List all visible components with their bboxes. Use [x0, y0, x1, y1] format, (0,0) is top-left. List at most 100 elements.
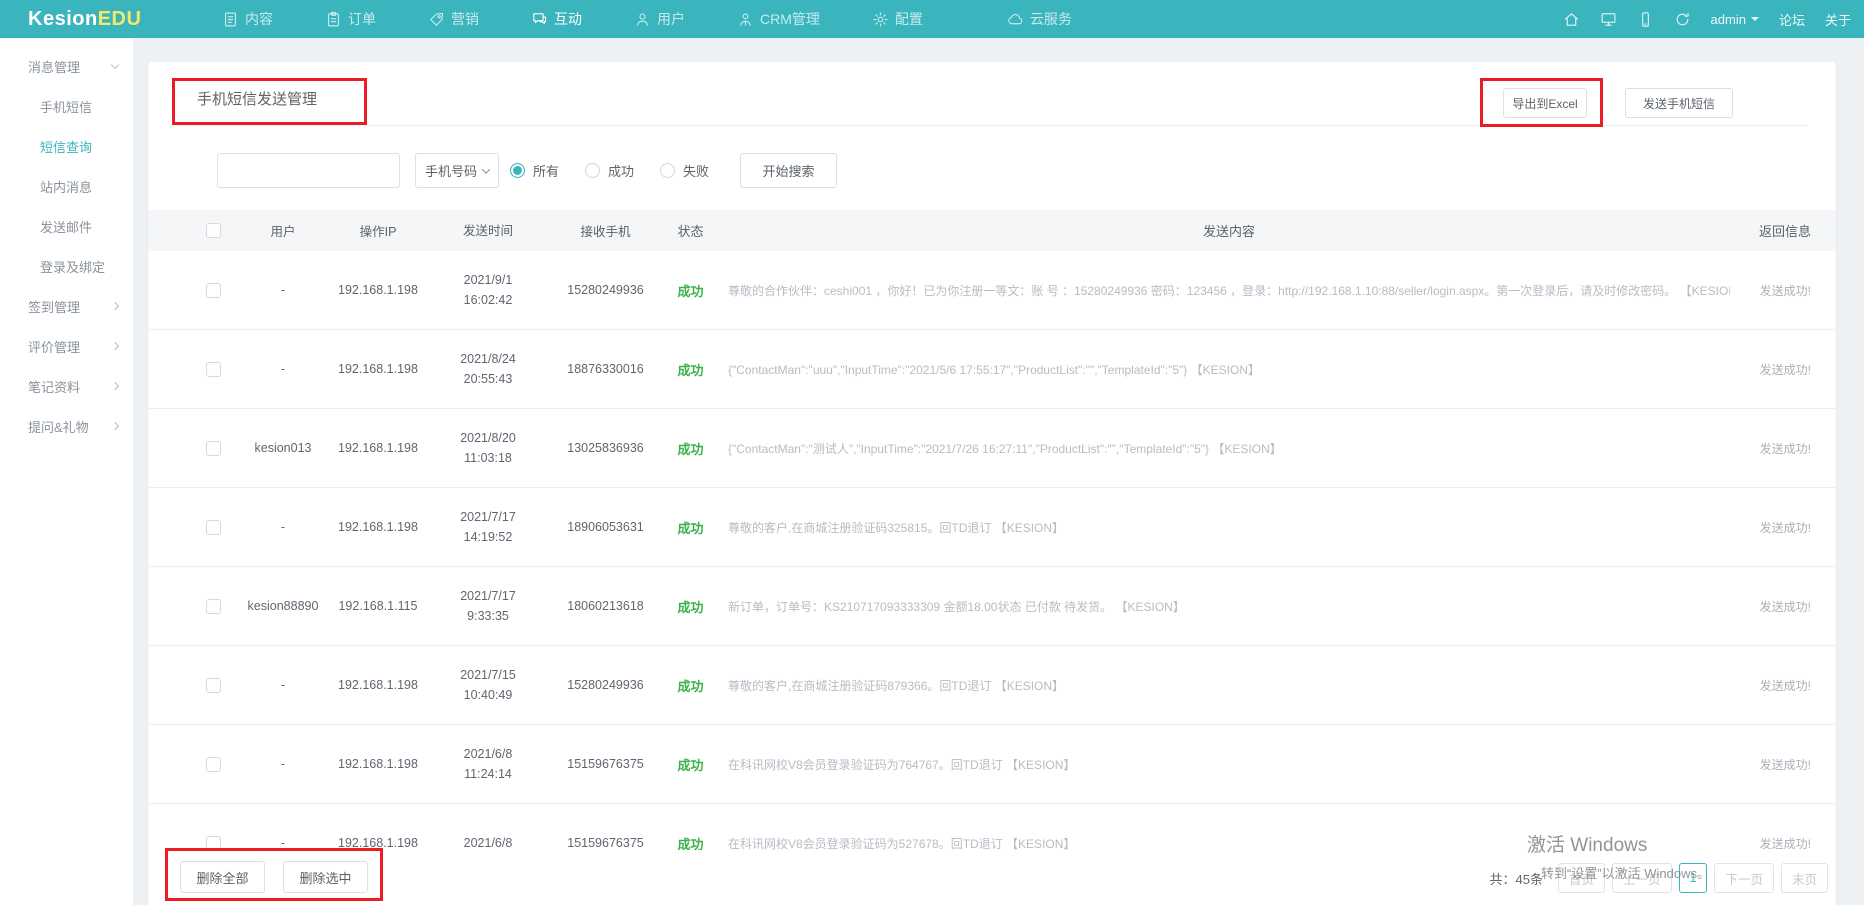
app-logo: KesionEDU [28, 0, 141, 38]
cell-ip: 192.168.1.198 [328, 678, 428, 692]
search-field-select[interactable]: 手机号码 [415, 153, 499, 188]
cell-send-time: 2021/6/811:24:14 [428, 744, 548, 784]
cell-send-time: 2021/7/1510:40:49 [428, 665, 548, 705]
admin-menu[interactable]: admin [1711, 12, 1759, 27]
row-checkbox[interactable] [206, 599, 221, 614]
cell-content: 在科讯网校V8会员登录验证码为764767。回TD退订 【KESION】 [728, 756, 1730, 773]
delete-all-button[interactable]: 删除全部 [180, 861, 265, 893]
row-checkbox[interactable] [206, 678, 221, 693]
nav-item-users[interactable]: 用户 [634, 9, 685, 29]
header-ip: 操作IP [328, 221, 428, 240]
nav-item-crm[interactable]: CRM管理 [737, 9, 820, 29]
sidebar-item-sms-query[interactable]: 短信查询 [0, 126, 133, 166]
sidebar-item-label: 站内消息 [40, 177, 92, 196]
cell-phone: 15280249936 [548, 678, 663, 692]
row-checkbox-cell [188, 678, 238, 693]
row-checkbox-cell [188, 362, 238, 377]
sidebar-group-label: 消息管理 [28, 57, 80, 76]
row-checkbox-cell [188, 599, 238, 614]
cell-date: 2021/6/8 [428, 744, 548, 764]
cell-time: 16:02:42 [428, 290, 548, 310]
sidebar-item-label: 登录及绑定 [40, 257, 105, 276]
delete-selected-button[interactable]: 删除选中 [283, 861, 368, 893]
cell-time: 10:40:49 [428, 685, 548, 705]
cell-date: 2021/8/20 [428, 428, 548, 448]
nav-item-content[interactable]: 内容 [222, 9, 273, 29]
cell-result: 发送成功! [1730, 598, 1811, 615]
cell-status: 成功 [663, 676, 718, 695]
radio-option-2[interactable]: 失败 [660, 161, 709, 180]
cell-content: 在科讯网校V8会员登录验证码为527678。回TD退订 【KESION】 [728, 835, 1730, 852]
row-checkbox[interactable] [206, 283, 221, 298]
sidebar-group-review[interactable]: 评价管理 [0, 326, 133, 366]
row-checkbox[interactable] [206, 362, 221, 377]
row-checkbox[interactable] [206, 441, 221, 456]
about-link[interactable]: 关于 [1825, 10, 1851, 29]
row-checkbox[interactable] [206, 757, 221, 772]
cell-phone: 15159676375 [548, 757, 663, 771]
sidebar-item-login-bind[interactable]: 登录及绑定 [0, 246, 133, 286]
cell-phone: 15280249936 [548, 283, 663, 297]
monitor-icon[interactable] [1600, 11, 1617, 28]
top-navbar: KesionEDU 内容订单营销互动用户CRM管理配置云服务 admin 论坛 … [0, 0, 1864, 38]
row-checkbox-cell [188, 283, 238, 298]
send-sms-button[interactable]: 发送手机短信 [1625, 88, 1733, 118]
select-all-checkbox[interactable] [206, 223, 221, 238]
page-button-1[interactable]: 上一页 [1612, 863, 1672, 893]
nav-item-label: 配置 [895, 9, 923, 29]
page-button-0[interactable]: 首页 [1558, 863, 1605, 893]
radio-option-0[interactable]: 所有 [510, 161, 559, 180]
sidebar-item-label: 手机短信 [40, 97, 92, 116]
sidebar: 消息管理手机短信短信查询站内消息发送邮件登录及绑定签到管理评价管理笔记资料提问&… [0, 38, 133, 905]
row-checkbox[interactable] [206, 836, 221, 851]
status-badge: 成功 [677, 758, 703, 773]
page-current-button[interactable]: 1 [1679, 863, 1708, 893]
nav-quick-icons [1563, 11, 1691, 28]
sidebar-item-site-message[interactable]: 站内消息 [0, 166, 133, 206]
sidebar-item-send-email[interactable]: 发送邮件 [0, 206, 133, 246]
sidebar-group-notes[interactable]: 笔记资料 [0, 366, 133, 406]
chevron-down-icon [111, 61, 119, 69]
user-icon [634, 11, 651, 28]
sidebar-item-sms[interactable]: 手机短信 [0, 86, 133, 126]
cell-result: 发送成功! [1730, 440, 1811, 457]
table-header-row: 用户 操作IP 发送时间 接收手机 状态 发送内容 返回信息 [148, 210, 1836, 251]
header-time: 发送时间 [428, 221, 548, 241]
nav-item-marketing[interactable]: 营销 [428, 9, 479, 29]
table-row: -192.168.1.1982021/7/1714:19:52189060536… [148, 488, 1836, 567]
nav-item-config[interactable]: 配置 [872, 9, 923, 29]
cell-result: 发送成功! [1730, 677, 1811, 694]
cell-status: 成功 [663, 281, 718, 300]
nav-item-interact[interactable]: 互动 [531, 9, 582, 29]
cell-time: 9:33:35 [428, 606, 548, 626]
refresh-icon[interactable] [1674, 11, 1691, 28]
nav-item-orders[interactable]: 订单 [325, 9, 376, 29]
cell-content: 尊敬的合作伙伴：ceshi001 ，你好！已为你注册一等文：账 号 ：15280… [728, 282, 1730, 299]
row-checkbox[interactable] [206, 520, 221, 535]
start-search-button[interactable]: 开始搜索 [740, 153, 837, 188]
cell-date: 2021/7/17 [428, 586, 548, 606]
sidebar-group-qa-gift[interactable]: 提问&礼物 [0, 406, 133, 446]
page-button-3[interactable]: 下一页 [1714, 863, 1774, 893]
radio-icon [660, 163, 675, 178]
cell-send-time: 2021/7/1714:19:52 [428, 507, 548, 547]
mobile-icon[interactable] [1637, 11, 1654, 28]
home-icon[interactable] [1563, 11, 1580, 28]
cell-content: {"ContactMan":"测试人","InputTime":"2021/7/… [728, 440, 1730, 457]
nav-item-label: 内容 [245, 9, 273, 29]
sidebar-group-message[interactable]: 消息管理 [0, 46, 133, 86]
cell-user: - [238, 520, 328, 534]
nav-item-label: 互动 [554, 9, 582, 29]
nav-item-label: 订单 [348, 9, 376, 29]
page-button-4[interactable]: 末页 [1781, 863, 1828, 893]
page-title: 手机短信发送管理 [197, 88, 317, 109]
sidebar-item-label: 发送邮件 [40, 217, 92, 236]
row-checkbox-cell [188, 757, 238, 772]
search-input[interactable] [217, 153, 400, 188]
sidebar-group-checkin[interactable]: 签到管理 [0, 286, 133, 326]
export-excel-button[interactable]: 导出到Excel [1503, 88, 1587, 118]
nav-item-cloud[interactable]: 云服务 [1007, 9, 1072, 29]
table-row: kesion88890192.168.1.1152021/7/179:33:35… [148, 567, 1836, 646]
forum-link[interactable]: 论坛 [1779, 10, 1805, 29]
radio-option-1[interactable]: 成功 [585, 161, 634, 180]
